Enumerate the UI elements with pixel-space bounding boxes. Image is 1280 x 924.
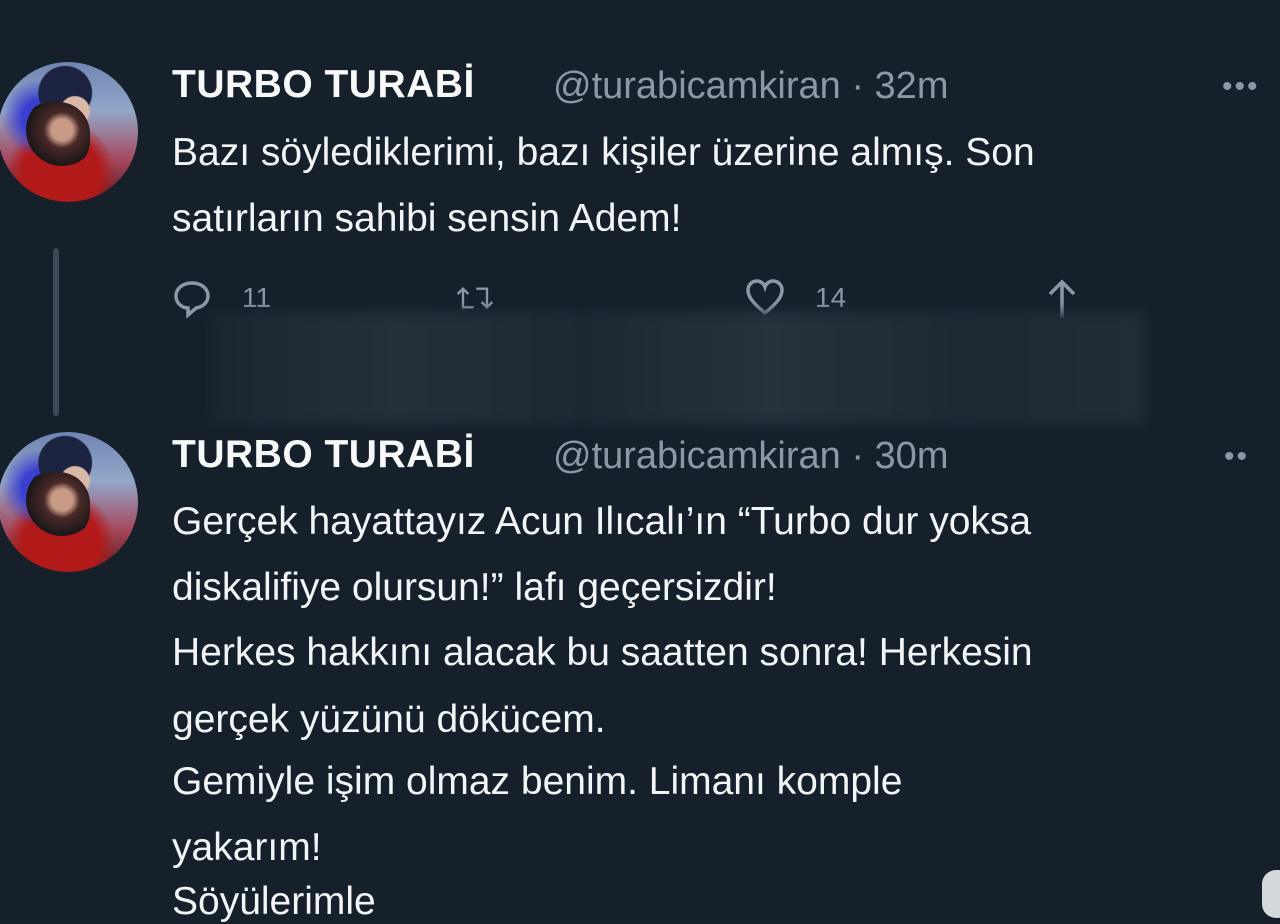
scrollbar-thumb[interactable] (1262, 870, 1280, 918)
tweet-text-line: Gerçek hayattayız Acun Ilıcalı’ın “Turbo… (172, 500, 1032, 543)
tweet[interactable]: TURBO TURABİ @turabicamkiran · 30m •• Ge… (0, 430, 1280, 923)
author-name[interactable]: TURBO TURABİ (172, 63, 475, 107)
reply-count: 11 (242, 282, 272, 313)
more-icon[interactable]: •• (1224, 440, 1249, 474)
author-handle-time[interactable]: @turabicamkiran · 32m (553, 65, 948, 108)
tweet-text-line: yakarım! (172, 826, 322, 869)
author-handle-time[interactable]: @turabicamkiran · 30m (553, 435, 948, 478)
avatar[interactable] (0, 62, 138, 202)
tweet-text-line: diskalifiye olursun!” lafı geçersizdir! (172, 566, 777, 609)
author-name[interactable]: TURBO TURABİ (172, 433, 475, 477)
more-icon[interactable]: ••• (1222, 70, 1260, 104)
thread-connector (53, 248, 59, 416)
tweet-text-line: gerçek yüzünü dökücem. (172, 698, 606, 741)
tweet-text-line: Gemiyle işim olmaz benim. Limanı komple (172, 760, 903, 803)
tweet-text-line: Söyülerimle (172, 880, 376, 923)
avatar[interactable] (0, 432, 138, 572)
tweet-text-line: Bazı söylediklerimi, bazı kişiler üzerin… (172, 131, 1035, 174)
redacted-region (210, 312, 1145, 424)
like-count: 14 (815, 282, 847, 313)
tweet-text-line: satırların sahibi sensin Adem! (172, 197, 682, 240)
tweet[interactable]: TURBO TURABİ @turabicamkiran · 32m ••• B… (0, 0, 1280, 430)
tweet-text-line: Herkes hakkını alacak bu saatten sonra! … (172, 631, 1033, 674)
reply-icon (174, 281, 210, 318)
